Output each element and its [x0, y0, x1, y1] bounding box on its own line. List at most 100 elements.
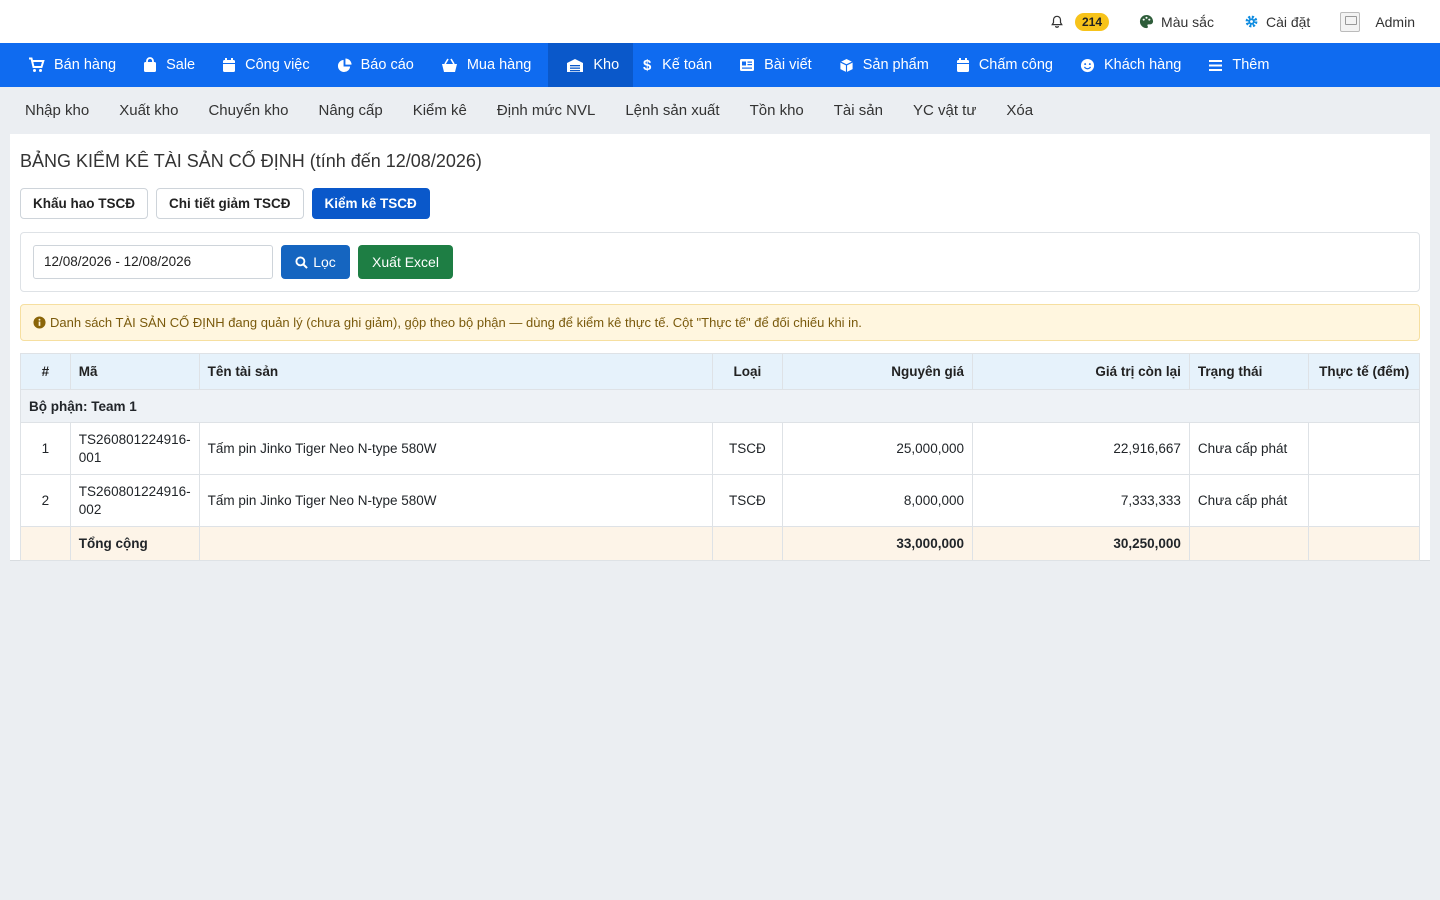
- nav-sale[interactable]: Sale: [133, 43, 212, 87]
- colors-button[interactable]: Màu sắc: [1139, 14, 1214, 30]
- subnav-chuyen-kho[interactable]: Chuyển kho: [208, 102, 288, 119]
- nav-ban-hang[interactable]: Bán hàng: [18, 43, 133, 87]
- subnav-nang-cap[interactable]: Nâng cấp: [319, 102, 383, 119]
- col-header-remaining-value: Giá trị còn lại: [971, 353, 1190, 390]
- nav-bai-viet[interactable]: Bài viết: [729, 43, 829, 87]
- total-remaining-value: 30,250,000: [971, 526, 1190, 561]
- export-excel-button[interactable]: Xuất Excel: [358, 245, 453, 279]
- nav-cong-viec[interactable]: Công việc: [212, 43, 326, 87]
- col-header-actual-count: Thực tế (đếm): [1308, 353, 1420, 390]
- basket-icon: [441, 58, 457, 72]
- nav-label: Công việc: [245, 57, 310, 73]
- main-nav: Bán hàng Sale Công việc Báo cáo Mua hàng…: [0, 43, 1440, 87]
- nav-bao-cao[interactable]: Báo cáo: [327, 43, 431, 87]
- user-menu[interactable]: Admin: [1340, 11, 1415, 32]
- subnav-lenh-san-xuat[interactable]: Lệnh sản xuất: [625, 102, 719, 119]
- nav-ke-toan[interactable]: $ Kế toán: [633, 43, 729, 87]
- cell-no: 1: [20, 422, 71, 475]
- nav-label: Kho: [593, 57, 620, 73]
- total-cell-empty: [1188, 526, 1310, 561]
- nav-mua-hang[interactable]: Mua hàng: [431, 43, 549, 87]
- total-cell-empty: [711, 526, 783, 561]
- filter-button[interactable]: Lọc: [281, 245, 350, 279]
- calendar-icon: [223, 58, 236, 72]
- tab-kiem-ke[interactable]: Kiểm kê TSCĐ: [311, 188, 430, 219]
- col-header-code: Mã: [69, 353, 200, 390]
- subnav-xoa[interactable]: Xóa: [1006, 102, 1033, 119]
- nav-label: Báo cáo: [360, 57, 414, 73]
- report-tabs: Khấu hao TSCĐ Chi tiết giảm TSCĐ Kiểm kê…: [20, 188, 438, 219]
- settings-button[interactable]: Cài đặt: [1244, 14, 1310, 30]
- notifications-button[interactable]: 214: [1050, 12, 1110, 31]
- filter-box: 12/08/2026 - 12/08/2026 Lọc Xuất Excel: [20, 232, 1420, 292]
- subnav-yc-vat-tu[interactable]: YC vật tư: [913, 102, 976, 119]
- colors-label: Màu sắc: [1161, 13, 1214, 30]
- nav-cham-cong[interactable]: Chấm công: [946, 43, 1070, 87]
- total-row: Tổng cộng 33,000,000 30,250,000: [20, 526, 1420, 561]
- settings-label: Cài đặt: [1265, 13, 1311, 30]
- subnav-nhap-kho[interactable]: Nhập kho: [25, 102, 89, 119]
- smile-icon: [1080, 58, 1095, 72]
- nav-label: Thêm: [1232, 57, 1270, 73]
- cell-original-cost: 25,000,000: [781, 422, 973, 475]
- gear-icon: [1245, 15, 1258, 28]
- total-original-cost: 33,000,000: [781, 526, 973, 561]
- pie-chart-icon: [337, 57, 352, 72]
- search-icon: [295, 255, 308, 269]
- group-label: Bộ phận: Team 1: [20, 389, 1420, 423]
- bag-icon: [144, 57, 157, 72]
- tab-chi-tiet-giam[interactable]: Chi tiết giảm TSCĐ: [156, 188, 304, 219]
- avatar: [1340, 11, 1361, 32]
- svg-text:$: $: [643, 57, 652, 73]
- nav-san-pham[interactable]: Sản phẩm: [829, 43, 946, 87]
- code-part: TS260801224916-: [78, 483, 191, 499]
- nav-khach-hang[interactable]: Khách hàng: [1070, 43, 1198, 87]
- cell-status: Chưa cấp phát: [1188, 422, 1310, 475]
- total-label: Tổng cộng: [69, 526, 200, 561]
- page-title: BẢNG KIỂM KÊ TÀI SẢN CỐ ĐỊNH (tính đến 1…: [20, 151, 482, 171]
- subnav-tai-san[interactable]: Tài sản: [834, 102, 883, 119]
- subnav-xuat-kho[interactable]: Xuất kho: [119, 102, 178, 119]
- nav-kho[interactable]: Kho: [548, 43, 634, 87]
- user-name: Admin: [1375, 13, 1415, 30]
- nav-label: Sản phẩm: [862, 57, 929, 73]
- palette-icon: [1139, 14, 1154, 29]
- menu-icon: [1209, 59, 1223, 71]
- sub-nav: Nhập kho Xuất kho Chuyển kho Nâng cấp Ki…: [0, 87, 1440, 134]
- date-range-input[interactable]: 12/08/2026 - 12/08/2026: [33, 245, 273, 279]
- subnav-dinh-muc-nvl[interactable]: Định mức NVL: [497, 102, 595, 119]
- total-cell-empty: [198, 526, 713, 561]
- tab-khau-hao[interactable]: Khấu hao TSCĐ: [20, 188, 149, 219]
- top-bar: 214 Màu sắc Cài đặt Admin: [0, 0, 1440, 43]
- total-cell-empty: [1308, 526, 1420, 561]
- cell-actual-count[interactable]: [1308, 422, 1420, 475]
- nav-label: Khách hàng: [1103, 57, 1182, 73]
- code-part: 001: [78, 449, 102, 465]
- info-icon: [33, 316, 46, 329]
- col-header-name: Tên tài sản: [198, 353, 713, 390]
- warehouse-icon: [567, 59, 584, 72]
- table-row: 1 TS260801224916- 001 Tấm pin Jinko Tiger…: [20, 422, 1420, 475]
- notification-count-badge: 214: [1075, 12, 1110, 31]
- cell-original-cost: 8,000,000: [781, 474, 973, 527]
- subnav-ton-kho[interactable]: Tồn kho: [750, 102, 804, 119]
- nav-label: Chấm công: [978, 57, 1053, 73]
- cart-icon: [29, 57, 45, 72]
- total-cell-empty: [20, 526, 71, 561]
- content-panel: BẢNG KIỂM KÊ TÀI SẢN CỐ ĐỊNH (tính đến 1…: [10, 134, 1430, 561]
- group-row: Bộ phận: Team 1: [20, 389, 1420, 423]
- nav-them[interactable]: Thêm: [1198, 43, 1286, 87]
- cell-status: Chưa cấp phát: [1188, 474, 1310, 527]
- table-row: 2 TS260801224916- 002 Tấm pin Jinko Tiger…: [20, 474, 1420, 527]
- col-header-original-cost: Nguyên giá: [781, 353, 973, 390]
- cell-remaining-value: 22,916,667: [971, 422, 1190, 475]
- nav-label: Mua hàng: [466, 57, 532, 73]
- cell-no: 2: [20, 474, 71, 527]
- cell-code: TS260801224916- 001: [69, 422, 200, 475]
- code-part: TS260801224916-: [78, 431, 191, 447]
- col-header-type: Loại: [711, 353, 783, 390]
- col-header-no: #: [20, 353, 71, 390]
- subnav-kiem-ke[interactable]: Kiểm kê: [413, 102, 467, 119]
- cell-actual-count[interactable]: [1308, 474, 1420, 527]
- nav-label: Bài viết: [764, 57, 812, 73]
